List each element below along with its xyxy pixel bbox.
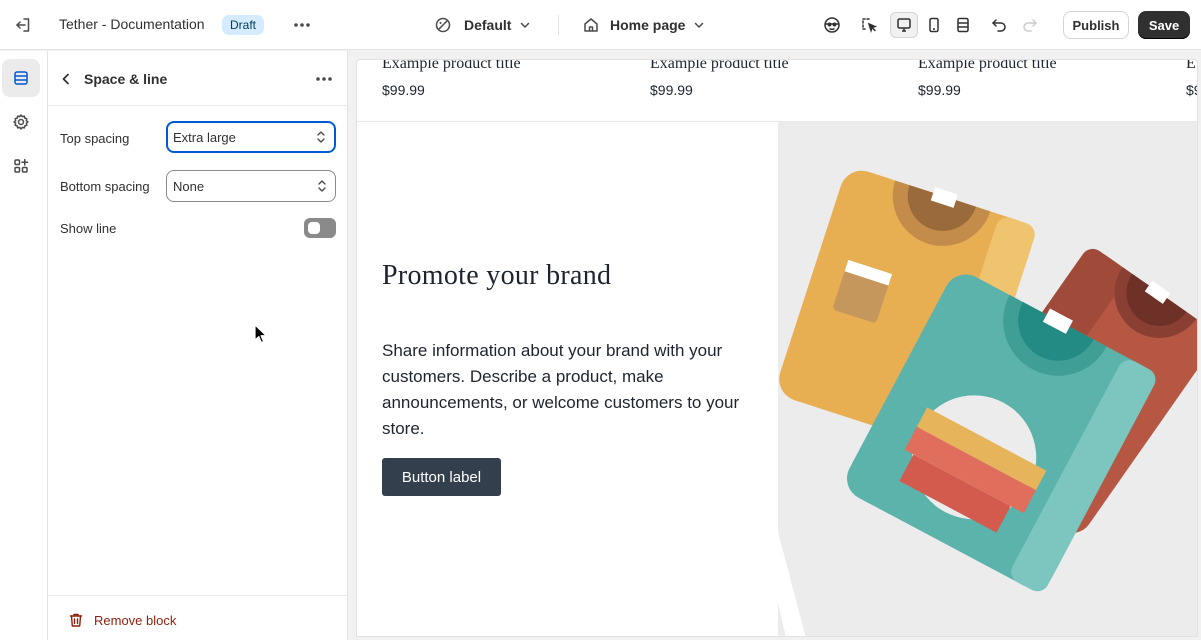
- redo-icon[interactable]: [1016, 12, 1044, 38]
- rail-item-apps[interactable]: [2, 147, 40, 185]
- bottom-spacing-value: None: [173, 178, 205, 194]
- inspector-icon[interactable]: [855, 12, 883, 38]
- theme-selector[interactable]: Default: [430, 13, 531, 37]
- remove-block-label: Remove block: [94, 612, 177, 628]
- product-price: $99.99: [650, 82, 693, 98]
- page-selector-label: Home page: [610, 17, 686, 33]
- select-chevron-icon: [317, 131, 325, 143]
- trash-icon: [69, 613, 83, 627]
- bottom-spacing-label: Bottom spacing: [60, 179, 150, 194]
- more-options-icon[interactable]: [310, 67, 338, 91]
- panel-footer: Remove block: [48, 595, 348, 640]
- mouse-cursor: [254, 324, 267, 344]
- panel-title: Space & line: [84, 71, 168, 87]
- divider: [558, 15, 559, 35]
- theme-icon: [435, 17, 451, 33]
- bottom-spacing-select[interactable]: None: [166, 170, 336, 202]
- apps-icon: [14, 158, 29, 173]
- desktop-view-icon[interactable]: [890, 12, 918, 38]
- chevron-down-icon: [695, 22, 704, 29]
- store-preview: Example product title $99.99 Example pro…: [356, 59, 1198, 637]
- panel-header: Space & line: [48, 51, 348, 106]
- gear-icon: [13, 114, 29, 130]
- sensei-icon[interactable]: [818, 12, 846, 38]
- undo-icon[interactable]: [985, 12, 1013, 38]
- sections-icon: [14, 71, 28, 85]
- remove-block-button[interactable]: Remove block: [68, 612, 176, 628]
- product-title: Example product title: [650, 59, 789, 72]
- top-spacing-label: Top spacing: [60, 131, 130, 146]
- store-title: Tether - Documentation: [59, 16, 205, 32]
- page-selector[interactable]: Home page: [582, 13, 705, 37]
- mobile-view-icon[interactable]: [920, 12, 948, 38]
- chevron-down-icon: [521, 22, 530, 29]
- brand-heading: Promote your brand: [382, 260, 612, 291]
- product-card[interactable]: Example product title $99.99: [918, 60, 1158, 98]
- more-options-icon[interactable]: [288, 13, 316, 37]
- home-icon: [584, 18, 598, 32]
- show-line-toggle[interactable]: [304, 218, 336, 238]
- chevron-left-icon: [62, 73, 69, 85]
- publish-button[interactable]: Publish: [1063, 11, 1129, 39]
- exit-icon[interactable]: [11, 13, 35, 37]
- product-card[interactable]: Example product title $99.99: [650, 60, 890, 98]
- product-price: $9: [1186, 82, 1197, 98]
- product-price: $99.99: [382, 82, 425, 98]
- back-button[interactable]: [56, 67, 76, 91]
- full-width-view-icon[interactable]: [949, 12, 977, 38]
- tshirts-illustration: [778, 170, 1197, 636]
- save-button[interactable]: Save: [1138, 11, 1190, 39]
- theme-selector-label: Default: [464, 17, 512, 33]
- brand-image: [778, 122, 1197, 636]
- settings-panel: Space & line Top spacing Extra large Bot…: [48, 51, 348, 640]
- product-title: Example product title: [918, 59, 1057, 72]
- rail-item-sections[interactable]: [2, 59, 40, 97]
- brand-cta-button[interactable]: Button label: [382, 458, 501, 496]
- top-spacing-select[interactable]: Extra large: [166, 121, 336, 153]
- rail-item-settings[interactable]: [2, 103, 40, 141]
- product-title: E: [1186, 59, 1196, 72]
- product-price: $99.99: [918, 82, 961, 98]
- left-rail: [0, 51, 48, 640]
- top-spacing-value: Extra large: [173, 129, 236, 145]
- brand-text: Share information about your brand with …: [382, 341, 740, 438]
- select-chevron-icon: [318, 180, 326, 192]
- toggle-knob: [308, 222, 320, 234]
- product-card[interactable]: E $9: [1186, 59, 1197, 98]
- product-card[interactable]: Example product title $99.99: [382, 60, 622, 98]
- status-badge: Draft: [222, 15, 265, 35]
- top-bar: Tether - Documentation Draft Default Hom…: [0, 0, 1201, 50]
- show-line-label: Show line: [60, 221, 117, 236]
- product-title: Example product title: [382, 59, 521, 72]
